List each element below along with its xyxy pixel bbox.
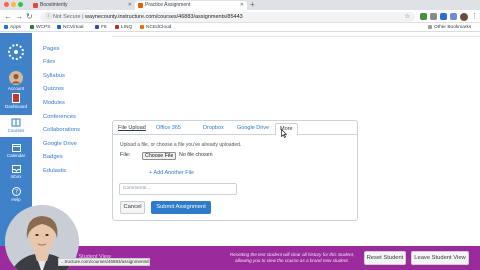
reload-icon[interactable]: ↻ [26, 11, 33, 22]
leave-student-view-button[interactable]: Leave Student View [411, 251, 469, 265]
back-icon[interactable]: ← [4, 11, 12, 22]
profile-avatar[interactable] [460, 12, 468, 21]
file-label: File: [120, 152, 131, 158]
url-text: waynecounty.instructure.com/courses/4688… [85, 13, 243, 20]
close-window-icon[interactable] [4, 2, 9, 7]
browser-tab-1[interactable]: Boostinterity ✕ [30, 1, 135, 10]
extension-icon[interactable] [430, 13, 437, 20]
courses-book-icon [11, 118, 21, 127]
browser-tab-strip: Boostinterity ✕ Practice Assignment ✕ + [0, 0, 480, 10]
global-nav-inbox[interactable]: Inbox [0, 165, 32, 179]
comments-textarea[interactable]: Comments... [119, 183, 237, 195]
choose-file-button[interactable]: Choose File [142, 151, 177, 160]
extension-icon[interactable] [440, 13, 447, 20]
cancel-button[interactable]: Cancel [120, 201, 145, 214]
tab-favicon-icon [138, 3, 143, 8]
tab-google-drive[interactable]: Google Drive [237, 124, 269, 133]
security-label: Not Secure [53, 13, 81, 20]
address-bar[interactable]: ⓘ Not Secure | waynecounty.instructure.c… [40, 11, 415, 22]
global-nav-calendar-label: Calendar [6, 153, 26, 158]
course-nav-edulastic[interactable]: Edulastic [43, 168, 67, 174]
bookmark-linq[interactable]: LINQ [115, 23, 132, 32]
forward-icon[interactable]: → [15, 11, 23, 22]
svg-text:?: ? [14, 189, 17, 196]
course-nav-badges[interactable]: Badges [43, 154, 63, 160]
global-nav-dashboard-label: Dashboard [4, 104, 27, 109]
course-nav-modules[interactable]: Modules [43, 100, 65, 106]
course-nav-syllabus[interactable]: Syllabus [43, 73, 65, 79]
extension-icon[interactable] [450, 13, 457, 20]
course-navigation: Pages Files Syllabus Quizzes Modules Con… [38, 33, 113, 183]
add-another-file-link[interactable]: + Add Another File [149, 170, 194, 176]
global-nav-calendar[interactable]: Calendar [0, 143, 32, 158]
global-nav-dashboard[interactable]: Dashboard [0, 93, 32, 109]
global-nav-help-label: Help [11, 197, 21, 202]
new-tab-button[interactable]: + [250, 0, 255, 10]
global-nav-courses-label: Courses [7, 128, 25, 133]
bookmark-ncedcloud[interactable]: NCEdCloud [140, 23, 171, 32]
bookmark-apps[interactable]: Apps [4, 23, 21, 32]
bookmark-icon [95, 24, 99, 29]
global-nav-courses[interactable]: Courses [0, 115, 32, 137]
no-file-chosen-text: No file chosen [179, 152, 213, 158]
submit-assignment-button[interactable]: Submit Assignment [151, 201, 211, 214]
help-icon: ? [11, 187, 21, 196]
dashboard-icon [12, 93, 20, 103]
bookmark-icon [30, 24, 34, 29]
tab-office-365[interactable]: Office 365 [156, 124, 181, 133]
other-bookmarks[interactable]: Other Bookmarks [428, 23, 471, 32]
browser-tab-2[interactable]: Practice Assignment ✕ [135, 1, 247, 10]
info-icon[interactable]: ⓘ [46, 14, 53, 20]
reset-student-button[interactable]: Reset Student [364, 251, 406, 265]
tab-dropbox[interactable]: Dropbox [203, 124, 224, 133]
bookmark-ncvirtual[interactable]: NCVirtual [57, 23, 83, 32]
inbox-icon [11, 165, 21, 173]
global-nav-inbox-label: Inbox [10, 174, 22, 179]
course-nav-collaborations[interactable]: Collaborations [43, 127, 80, 133]
account-avatar-icon [9, 71, 23, 85]
course-nav-files[interactable]: Files [43, 59, 55, 65]
bookmark-icon [115, 24, 119, 29]
calendar-icon [11, 144, 21, 152]
submission-tabs: File Upload Office 365 Dropbox Google Dr… [113, 121, 357, 135]
course-nav-google-drive[interactable]: Google Drive [43, 141, 77, 147]
content-divider [112, 36, 480, 37]
tab-file-upload[interactable]: File Upload [118, 124, 146, 133]
bookmark-icon [140, 24, 144, 29]
upload-hint: Upload a file, or choose a file you've a… [120, 142, 242, 148]
folder-icon [428, 24, 432, 29]
browser-tab-1-label: Boostinterity [40, 2, 68, 8]
menu-icon[interactable]: ⋮ [471, 11, 478, 22]
bookmark-f8[interactable]: F8 [95, 23, 107, 32]
bookmark-star-icon[interactable]: ☆ [405, 12, 410, 22]
global-nav-account[interactable]: Account [0, 71, 32, 91]
close-tab-icon[interactable]: ✕ [128, 1, 132, 10]
canvas-logo-icon[interactable] [8, 44, 24, 60]
bookmark-wcps[interactable]: WCPS [30, 23, 50, 32]
maximize-window-icon[interactable] [18, 2, 23, 7]
close-tab-icon[interactable]: ✕ [240, 1, 244, 10]
minimize-window-icon[interactable] [11, 2, 16, 7]
submission-panel: File Upload Office 365 Dropbox Google Dr… [112, 120, 358, 221]
status-bar-url: ...tructure.com/courses/46883/assignment… [58, 258, 150, 266]
bookmark-icon [57, 24, 61, 29]
tab-favicon-icon [33, 3, 38, 8]
course-nav-conferences[interactable]: Conferences [43, 114, 76, 120]
browser-toolbar: ← → ↻ ⓘ Not Secure | waynecounty.instruc… [0, 10, 480, 23]
apps-icon [4, 24, 8, 29]
student-view-message: Resetting the test student will clear al… [229, 252, 355, 263]
global-nav-help[interactable]: ? Help [0, 187, 32, 202]
browser-tab-2-label: Practice Assignment [145, 2, 191, 8]
course-nav-pages[interactable]: Pages [43, 46, 59, 52]
mouse-pointer-icon [281, 129, 287, 138]
extension-icon[interactable] [420, 13, 427, 20]
course-nav-quizzes[interactable]: Quizzes [43, 86, 64, 92]
bookmarks-bar: Apps WCPS NCVirtual F8 LINQ NCEdCloud Ot… [0, 23, 480, 32]
global-nav-account-label: Account [7, 86, 25, 91]
